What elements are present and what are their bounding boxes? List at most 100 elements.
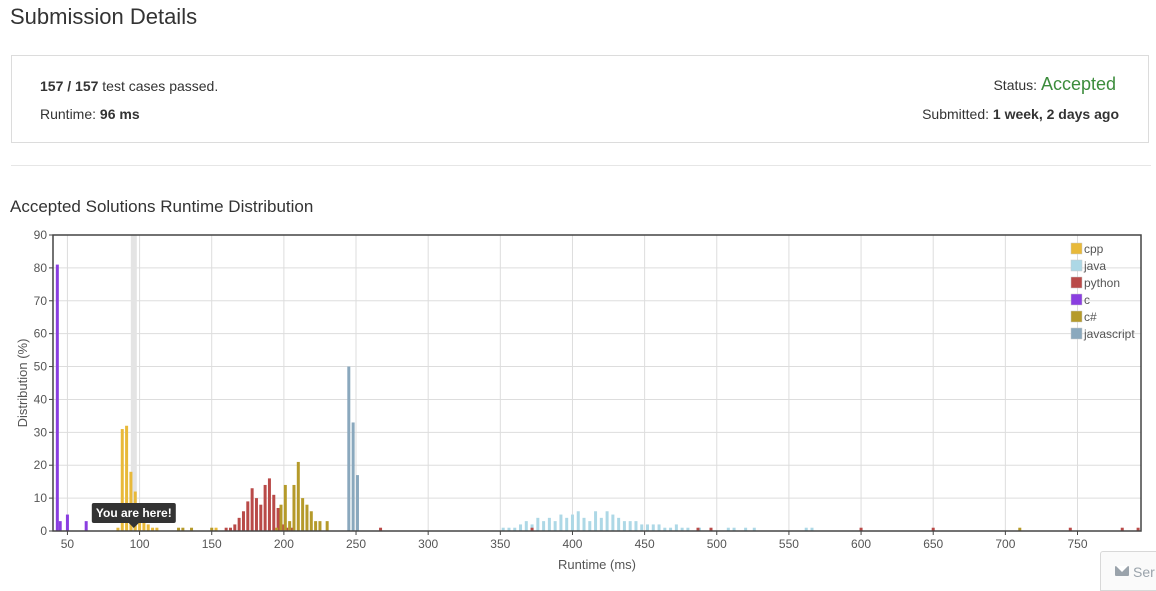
- bar-python[interactable]: [267, 478, 271, 531]
- bar-javascript[interactable]: [347, 366, 351, 531]
- mail-icon: [1115, 566, 1129, 576]
- legend-swatch-javascript: [1070, 327, 1083, 340]
- bar-java[interactable]: [588, 521, 592, 531]
- bar-java[interactable]: [582, 517, 586, 531]
- bar-java[interactable]: [651, 524, 655, 531]
- bar-c[interactable]: [55, 264, 59, 531]
- total-count: 157: [75, 78, 99, 94]
- bar-python[interactable]: [254, 498, 258, 531]
- bar-java[interactable]: [657, 524, 661, 531]
- bar-python[interactable]: [259, 504, 263, 531]
- y-tick-label: 70: [34, 294, 48, 308]
- bar-java[interactable]: [519, 524, 523, 531]
- bar-java[interactable]: [634, 521, 638, 531]
- bar-java[interactable]: [565, 517, 569, 531]
- feedback-widget[interactable]: Ser: [1100, 551, 1156, 591]
- bar-java[interactable]: [640, 524, 644, 531]
- bar-c[interactable]: [58, 521, 62, 531]
- bar-csharp[interactable]: [325, 521, 329, 531]
- bar-java[interactable]: [553, 521, 557, 531]
- bar-csharp[interactable]: [314, 521, 318, 531]
- test-cases-suffix: test cases passed.: [98, 78, 219, 94]
- bar-java[interactable]: [605, 511, 609, 531]
- plot-area: [53, 235, 1141, 531]
- bar-csharp[interactable]: [301, 498, 305, 531]
- x-tick-label: 500: [707, 537, 727, 551]
- bar-python[interactable]: [263, 484, 267, 531]
- legend-label-javascript: javascript: [1083, 327, 1135, 341]
- status-accepted-link[interactable]: Accepted: [1041, 74, 1116, 94]
- y-tick-label: 20: [34, 458, 48, 472]
- passed-count: 157: [40, 78, 64, 94]
- bar-csharp[interactable]: [292, 484, 296, 531]
- legend-label-cpp: cpp: [1084, 242, 1104, 256]
- legend-swatch-csharp: [1070, 310, 1083, 323]
- bar-java[interactable]: [628, 521, 632, 531]
- bar-python[interactable]: [250, 488, 254, 531]
- legend-swatch-python: [1070, 276, 1083, 289]
- bar-csharp[interactable]: [309, 511, 313, 531]
- bar-csharp[interactable]: [318, 521, 322, 531]
- bar-csharp[interactable]: [305, 504, 309, 531]
- bar-java[interactable]: [570, 514, 574, 531]
- bar-python[interactable]: [233, 524, 237, 531]
- legend-label-java: java: [1083, 259, 1106, 273]
- x-tick-label: 200: [274, 537, 294, 551]
- legend-swatch-c: [1070, 293, 1083, 306]
- y-tick-label: 60: [34, 327, 48, 341]
- submitted-line: Submitted: 1 week, 2 days ago: [922, 106, 1119, 122]
- bar-java[interactable]: [646, 524, 650, 531]
- x-tick-label: 300: [418, 537, 438, 551]
- runtime-line: Runtime: 96 ms: [40, 106, 140, 122]
- bar-javascript[interactable]: [355, 475, 359, 531]
- legend-label-python: python: [1084, 276, 1120, 290]
- bar-c[interactable]: [84, 521, 88, 531]
- bar-javascript[interactable]: [351, 422, 355, 531]
- y-tick-label: 80: [34, 261, 48, 275]
- y-tick-label: 40: [34, 392, 48, 406]
- y-axis-label: Distribution (%): [15, 339, 30, 428]
- bar-java[interactable]: [576, 511, 580, 531]
- status-label: Status:: [993, 77, 1041, 93]
- bar-java[interactable]: [617, 517, 621, 531]
- y-tick-label: 50: [34, 360, 48, 374]
- feedback-widget-label: Ser: [1133, 564, 1155, 580]
- bar-csharp[interactable]: [279, 504, 283, 531]
- chart-section-title: Accepted Solutions Runtime Distribution: [10, 197, 314, 216]
- test-cases-line: 157 / 157 test cases passed.: [40, 78, 218, 94]
- x-tick-label: 150: [202, 537, 222, 551]
- bar-python[interactable]: [272, 494, 276, 531]
- bar-java[interactable]: [599, 517, 603, 531]
- x-tick-label: 450: [635, 537, 655, 551]
- x-tick-label: 700: [995, 537, 1015, 551]
- y-tick-label: 10: [34, 491, 48, 505]
- you-are-here-label: You are here!: [96, 506, 172, 520]
- x-axis-label: Runtime (ms): [558, 557, 636, 572]
- bar-python[interactable]: [241, 511, 245, 531]
- bar-csharp[interactable]: [296, 461, 300, 531]
- y-tick-label: 90: [34, 228, 48, 242]
- bar-java[interactable]: [547, 517, 551, 531]
- bar-java[interactable]: [674, 524, 678, 531]
- bar-python[interactable]: [276, 507, 280, 531]
- submission-summary-panel: 157 / 157 test cases passed. Runtime: 96…: [11, 55, 1149, 143]
- bar-java[interactable]: [611, 514, 615, 531]
- bar-java[interactable]: [524, 521, 528, 531]
- bar-java[interactable]: [536, 517, 540, 531]
- bar-csharp[interactable]: [288, 521, 292, 531]
- bar-java[interactable]: [542, 521, 546, 531]
- runtime-distribution-chart: 0 10 20 30 40 50 60 70 80 90 50 100 150 200 250 300 350 4…: [15, 228, 1142, 572]
- x-tick-label: 250: [346, 537, 366, 551]
- bar-java[interactable]: [622, 521, 626, 531]
- bar-python[interactable]: [246, 501, 250, 531]
- x-tick-label: 550: [779, 537, 799, 551]
- bar-java[interactable]: [559, 514, 563, 531]
- submitted-label: Submitted:: [922, 106, 993, 122]
- bar-python[interactable]: [237, 517, 241, 531]
- bar-java[interactable]: [594, 511, 598, 531]
- bar-csharp[interactable]: [283, 484, 287, 531]
- bar-c[interactable]: [65, 514, 69, 531]
- legend-label-c: c: [1084, 293, 1090, 307]
- bar-cpp[interactable]: [146, 524, 150, 531]
- legend-swatch-cpp: [1070, 242, 1083, 255]
